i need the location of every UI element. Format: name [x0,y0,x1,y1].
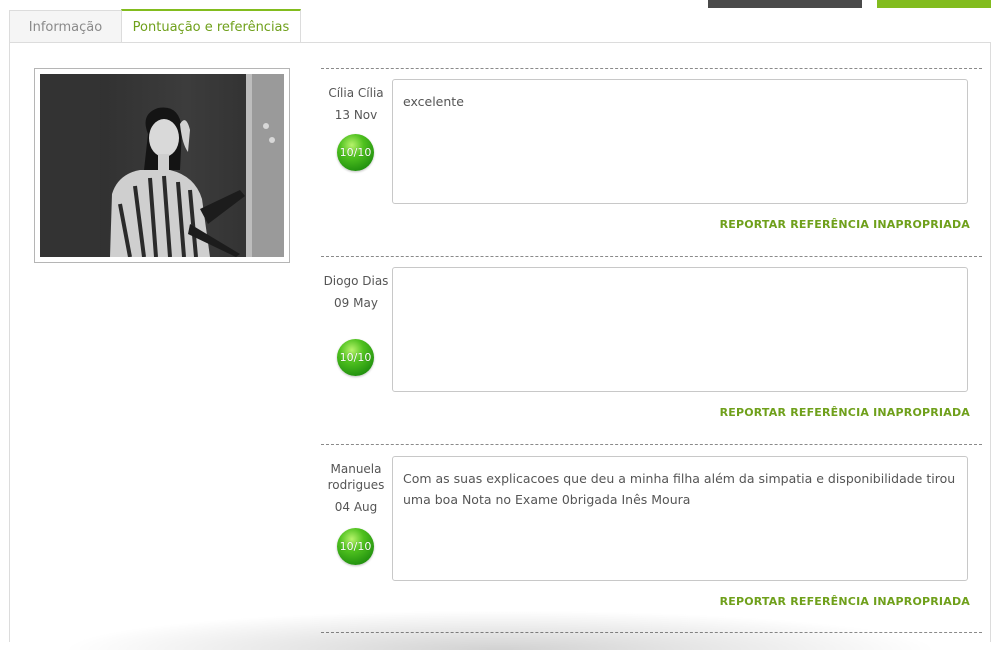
tab-pontuacao-referencias[interactable]: Pontuação e referências [121,9,301,43]
review-text-box: excelente [392,79,968,204]
bottom-shadow [60,610,940,650]
profile-photo [40,74,284,257]
review-date: 09 May [334,296,378,310]
review-meta: Cília Cília 13 Nov [321,85,391,123]
tab-content-panel: Cília Cília 13 Nov 10/10 excelente REPOR… [9,42,991,642]
review-author: Diogo Dias [323,274,389,288]
review-divider [321,444,982,445]
score-badge: 10/10 [337,339,374,376]
review-date: 04 Aug [334,500,378,514]
profile-photo-frame [34,68,290,263]
review-meta: Manuela rodrigues 04 Aug [321,461,391,515]
review-meta: Diogo Dias 09 May [321,273,391,311]
score-badge: 10/10 [337,528,374,565]
review-text-box: Com as suas explicacoes que deu a minha … [392,456,968,581]
report-reference-link[interactable]: REPORTAR REFERÊNCIA INAPROPRIADA [720,406,970,419]
report-reference-link[interactable]: REPORTAR REFERÊNCIA INAPROPRIADA [720,595,970,608]
score-badge: 10/10 [337,134,374,171]
tab-informacao[interactable]: Informação [9,10,122,43]
review-author: Manuela rodrigues [327,462,385,492]
top-dark-button[interactable] [708,0,862,8]
review-divider [321,256,982,257]
review-text-box [392,267,968,392]
review-date: 13 Nov [334,108,378,122]
review-divider [321,68,982,69]
report-reference-link[interactable]: REPORTAR REFERÊNCIA INAPROPRIADA [720,218,970,231]
top-green-button[interactable] [877,0,991,8]
review-author: Cília Cília [328,86,384,100]
